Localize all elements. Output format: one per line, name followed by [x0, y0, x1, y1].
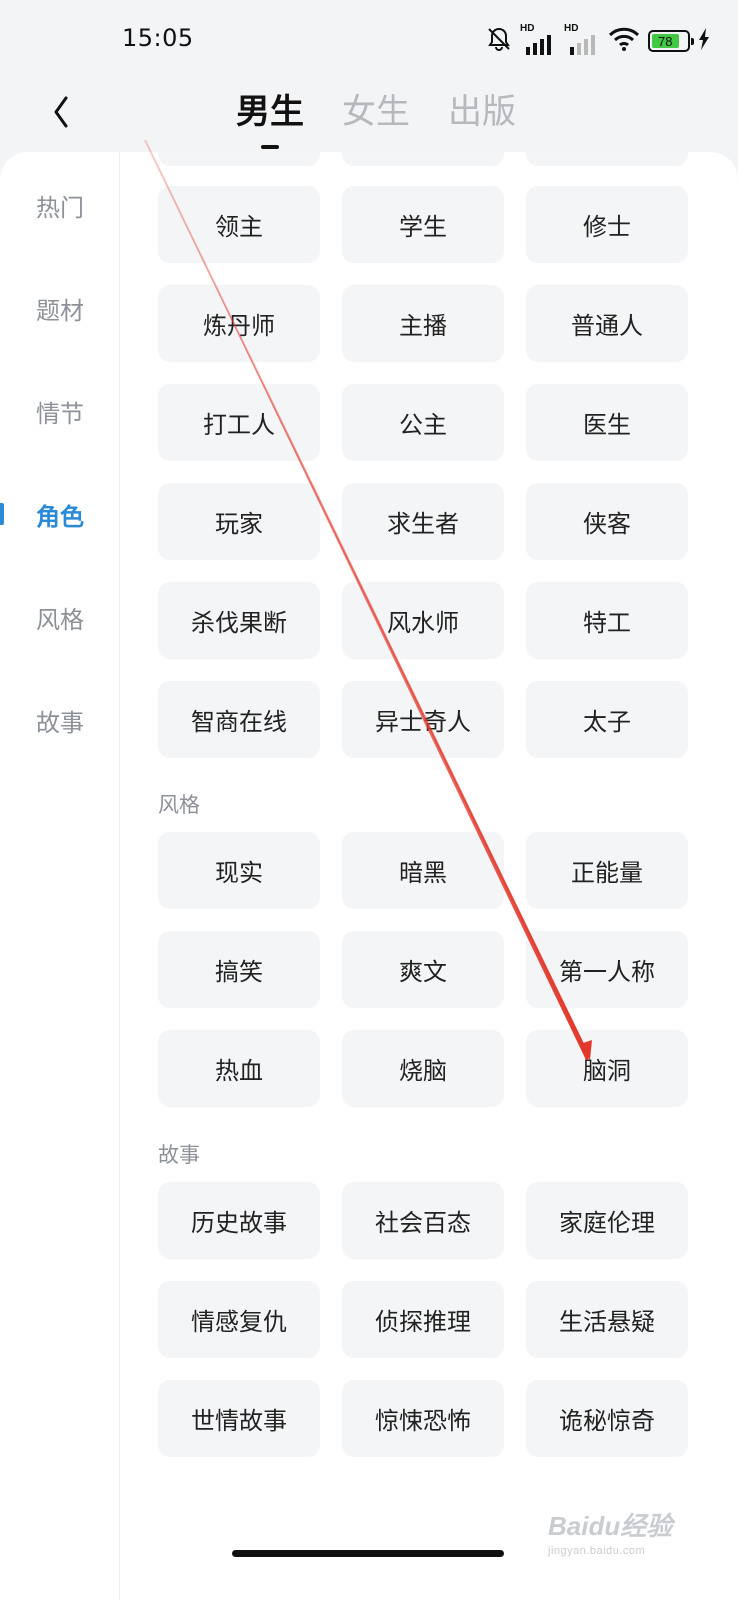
watermark-brand: Baidu经验 [548, 1511, 673, 1541]
tag-button[interactable]: 风水师 [342, 582, 504, 659]
tag-button[interactable]: 诡秘惊奇 [526, 1380, 688, 1457]
tag-grid-style: 现实 暗黑 正能量 搞笑 爽文 第一人称 热血 烧脑 脑洞 [158, 832, 690, 1107]
wifi-icon [608, 27, 640, 55]
tag-button[interactable]: 学生 [342, 186, 504, 263]
tag-button[interactable]: 公主 [342, 384, 504, 461]
tag-button[interactable]: 玩家 [158, 483, 320, 560]
back-button[interactable] [44, 86, 84, 132]
tab-label: 男生 [236, 92, 304, 132]
signal-icon: HD [520, 23, 556, 55]
tag-button[interactable]: 侦探推理 [342, 1281, 504, 1358]
category-sidebar: 热门 题材 情节 角色 风格 故事 [0, 152, 120, 1600]
category-panel: 热门 题材 情节 角色 风格 故事 领主 学生 修士 炼丹师 主播 普通人 打工… [0, 152, 738, 1600]
silent-bell-icon [486, 26, 512, 56]
tag-button[interactable]: 杀伐果断 [158, 582, 320, 659]
sidebar-item-role[interactable]: 角色 [0, 497, 120, 532]
tag-grid-previous [158, 152, 690, 166]
tab-label: 出版 [448, 92, 516, 132]
tag-button[interactable]: 第一人称 [526, 931, 688, 1008]
tag-button[interactable]: 暗黑 [342, 832, 504, 909]
tag-button[interactable]: 脑洞 [526, 1030, 688, 1107]
tag-button[interactable]: 热血 [158, 1030, 320, 1107]
sidebar-item-style[interactable]: 风格 [0, 600, 120, 635]
status-icons: HD HD 78 [486, 23, 710, 56]
tag-button[interactable] [526, 152, 688, 166]
sidebar-item-hot[interactable]: 热门 [0, 188, 120, 223]
tag-button[interactable]: 打工人 [158, 384, 320, 461]
baidu-watermark: Baidu经验 jingyan.baidu.com [548, 1506, 672, 1557]
charging-icon [698, 28, 710, 54]
tag-button[interactable]: 求生者 [342, 483, 504, 560]
tag-button[interactable]: 现实 [158, 832, 320, 909]
tab-label: 女生 [342, 92, 410, 132]
tag-button[interactable]: 炼丹师 [158, 285, 320, 362]
tag-button[interactable]: 爽文 [342, 931, 504, 1008]
tab-active-indicator [261, 145, 279, 149]
tag-button[interactable] [342, 152, 504, 166]
tab-male[interactable]: 男生 [236, 84, 304, 149]
tag-button[interactable]: 智商在线 [158, 681, 320, 758]
tag-content: 领主 学生 修士 炼丹师 主播 普通人 打工人 公主 医生 玩家 求生者 侠客 … [120, 152, 738, 1600]
tag-button[interactable]: 主播 [342, 285, 504, 362]
status-bar: 15:05 HD HD 78 [0, 0, 738, 80]
tag-button[interactable]: 正能量 [526, 832, 688, 909]
section-title-story: 故事 [158, 1143, 200, 1167]
tab-female[interactable]: 女生 [342, 84, 410, 133]
tag-button[interactable]: 异士奇人 [342, 681, 504, 758]
tag-button[interactable] [158, 152, 320, 166]
tag-grid-roles: 领主 学生 修士 炼丹师 主播 普通人 打工人 公主 医生 玩家 求生者 侠客 … [158, 186, 690, 758]
tag-button[interactable]: 家庭伦理 [526, 1182, 688, 1259]
tag-button[interactable]: 侠客 [526, 483, 688, 560]
signal-icon: HD [564, 23, 600, 55]
signal-hd-label: HD [520, 23, 535, 34]
tag-button[interactable]: 世情故事 [158, 1380, 320, 1457]
tag-button[interactable]: 烧脑 [342, 1030, 504, 1107]
chevron-left-icon [54, 96, 68, 128]
watermark-url: jingyan.baidu.com [548, 1545, 646, 1557]
signal-hd-label: HD [564, 23, 579, 34]
tag-button[interactable]: 生活悬疑 [526, 1281, 688, 1358]
tag-button[interactable]: 修士 [526, 186, 688, 263]
tag-button[interactable]: 特工 [526, 582, 688, 659]
gender-tabs: 男生 女生 出版 [236, 84, 516, 149]
tag-button[interactable]: 社会百态 [342, 1182, 504, 1259]
status-time: 15:05 [122, 24, 194, 52]
section-title-style: 风格 [158, 793, 200, 817]
tag-grid-story: 历史故事 社会百态 家庭伦理 情感复仇 侦探推理 生活悬疑 世情故事 惊悚恐怖 … [158, 1182, 690, 1457]
battery-level: 78 [652, 34, 679, 49]
tag-button[interactable]: 领主 [158, 186, 320, 263]
tag-button[interactable]: 搞笑 [158, 931, 320, 1008]
battery-icon: 78 [648, 30, 694, 52]
tag-button[interactable]: 情感复仇 [158, 1281, 320, 1358]
sidebar-item-plot[interactable]: 情节 [0, 394, 120, 429]
home-indicator[interactable] [232, 1550, 504, 1557]
tab-publish[interactable]: 出版 [448, 84, 516, 133]
tag-button[interactable]: 惊悚恐怖 [342, 1380, 504, 1457]
tag-button[interactable]: 太子 [526, 681, 688, 758]
tag-button[interactable]: 普通人 [526, 285, 688, 362]
header: 男生 女生 出版 [0, 80, 738, 150]
sidebar-item-theme[interactable]: 题材 [0, 291, 120, 326]
tag-button[interactable]: 医生 [526, 384, 688, 461]
tag-button[interactable]: 历史故事 [158, 1182, 320, 1259]
sidebar-item-story[interactable]: 故事 [0, 703, 120, 738]
